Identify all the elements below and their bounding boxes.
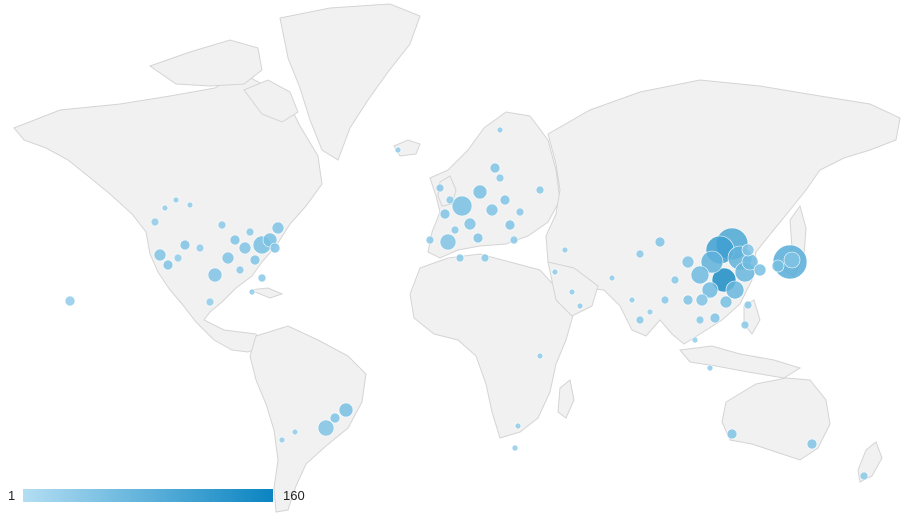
location-bubble[interactable] [535,185,545,195]
location-bubble[interactable] [628,296,636,304]
location-bubble[interactable] [195,243,205,253]
location-bubble[interactable] [695,315,705,325]
location-bubble[interactable] [514,422,522,430]
location-bubble[interactable] [660,295,670,305]
location-bubble[interactable] [806,438,818,450]
location-bubble[interactable] [741,243,755,257]
location-bubble[interactable] [271,221,285,235]
legend-min-label: 1 [8,488,16,503]
location-bubble[interactable] [472,184,488,200]
location-bubble[interactable] [317,419,335,437]
location-bubble[interactable] [753,263,767,277]
location-bubble[interactable] [654,236,666,248]
location-bubble[interactable] [249,254,261,266]
location-bubble[interactable] [269,242,281,254]
location-bubble[interactable] [859,471,869,481]
location-bubble[interactable] [783,251,801,269]
location-bubble[interactable] [257,273,267,283]
location-bubble[interactable] [450,225,460,235]
location-bubble[interactable] [499,194,511,206]
madagascar [557,379,575,419]
location-bubble[interactable] [515,207,525,217]
location-bubble[interactable] [217,220,227,230]
location-bubble[interactable] [695,293,709,307]
location-bubble[interactable] [221,251,235,265]
location-bubble[interactable] [726,428,738,440]
location-bubble[interactable] [245,227,255,237]
location-bubble[interactable] [496,126,504,134]
location-bubble[interactable] [455,253,465,263]
location-bubble[interactable] [568,288,576,296]
location-bubble[interactable] [179,239,191,251]
location-bubble[interactable] [635,315,645,325]
location-bubble[interactable] [445,195,455,205]
location-bubble[interactable] [691,336,699,344]
location-bubble[interactable] [207,267,223,283]
location-bubble[interactable] [511,444,519,452]
indonesia [679,345,802,379]
location-bubble[interactable] [709,312,721,324]
location-bubble[interactable] [64,295,76,307]
location-bubble[interactable] [172,196,180,204]
location-bubble[interactable] [173,253,183,263]
location-bubble[interactable] [536,352,544,360]
location-bubble[interactable] [504,219,516,231]
location-bubble[interactable] [489,162,501,174]
location-bubble[interactable] [153,248,167,262]
location-bubble[interactable] [551,268,559,276]
south-america [249,325,367,513]
location-bubble[interactable] [278,436,286,444]
location-bubble[interactable] [681,255,695,269]
location-bubble[interactable] [743,300,753,310]
location-bubble[interactable] [740,320,750,330]
location-bubble[interactable] [229,234,241,246]
location-bubble[interactable] [439,208,451,220]
legend-gradient-bar [23,489,273,502]
location-bubble[interactable] [439,233,457,251]
location-bubble[interactable] [329,412,341,424]
location-bubble[interactable] [495,173,505,183]
location-bubble[interactable] [635,249,645,259]
africa [409,253,575,439]
location-bubble[interactable] [576,302,584,310]
location-bubble[interactable] [186,201,194,209]
arctic-islands [148,39,263,87]
location-bubble[interactable] [248,288,256,296]
color-legend: 1 160 [0,486,320,506]
location-bubble[interactable] [338,402,354,418]
location-bubble[interactable] [725,280,745,300]
location-bubble[interactable] [394,146,402,154]
location-bubble[interactable] [771,259,785,273]
location-bubble[interactable] [451,195,473,217]
location-bubble[interactable] [690,265,710,285]
location-bubble[interactable] [472,232,484,244]
location-bubble[interactable] [238,241,252,255]
location-bubble[interactable] [646,308,654,316]
location-bubble[interactable] [719,295,733,309]
location-bubble[interactable] [463,217,477,231]
legend-max-label: 160 [283,488,305,503]
location-bubble[interactable] [682,294,694,306]
location-bubble[interactable] [291,428,299,436]
location-bubble[interactable] [150,217,160,227]
location-bubble[interactable] [235,265,245,275]
location-bubble[interactable] [162,259,174,271]
location-bubble[interactable] [509,235,519,245]
location-bubble[interactable] [608,274,616,282]
location-bubble[interactable] [425,235,435,245]
location-bubble[interactable] [561,246,569,254]
location-bubble[interactable] [161,204,169,212]
location-bubble[interactable] [205,297,215,307]
location-bubble[interactable] [485,203,499,217]
world-map [13,3,901,513]
location-bubble[interactable] [435,183,445,193]
location-bubble[interactable] [480,253,490,263]
location-bubble[interactable] [706,364,714,372]
location-bubble[interactable] [670,275,680,285]
